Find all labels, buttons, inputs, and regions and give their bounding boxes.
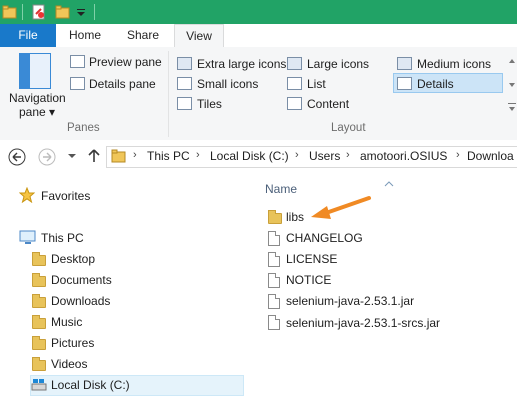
- large-icons-button[interactable]: Large icons: [307, 57, 369, 71]
- content-button[interactable]: Content: [307, 97, 349, 111]
- forward-button[interactable]: [38, 148, 56, 166]
- folder-icon: [268, 210, 282, 224]
- nav-documents[interactable]: Documents: [51, 273, 112, 287]
- breadcrumb-local-disk[interactable]: Local Disk (C:): [210, 149, 289, 163]
- tab-home[interactable]: Home: [56, 24, 114, 47]
- extra-large-icons-icon: [177, 57, 192, 70]
- downloads-folder-icon: [32, 294, 46, 308]
- file-name[interactable]: LICENSE: [286, 252, 337, 266]
- star-icon: [18, 186, 36, 204]
- nav-pictures[interactable]: Pictures: [51, 336, 94, 350]
- nav-local-disk[interactable]: Local Disk (C:): [51, 378, 130, 392]
- breadcrumb-users[interactable]: Users: [309, 149, 340, 163]
- file-name[interactable]: NOTICE: [286, 273, 331, 287]
- tiles-icon: [177, 97, 192, 110]
- medium-icons-button[interactable]: Medium icons: [417, 57, 491, 71]
- ribbon: Navigation pane ▾ Preview pane Details p…: [0, 47, 517, 141]
- panes-group-label: Panes: [67, 122, 100, 134]
- preview-pane-icon: [70, 55, 85, 68]
- extra-large-icons-button[interactable]: Extra large icons: [197, 57, 286, 71]
- small-icons-icon: [177, 77, 192, 90]
- breadcrumb-chevron-icon[interactable]: ›: [295, 149, 299, 161]
- small-icons-button[interactable]: Small icons: [197, 77, 258, 91]
- videos-folder-icon: [32, 357, 46, 371]
- file-icon: [268, 315, 280, 330]
- nav-this-pc[interactable]: This PC: [41, 231, 84, 245]
- tab-file[interactable]: File: [0, 24, 56, 47]
- list-icon: [287, 77, 302, 90]
- customize-toolbar-icon[interactable]: [74, 4, 90, 20]
- navigation-pane-button[interactable]: Navigation pane ▾: [6, 49, 66, 119]
- divider: [22, 4, 23, 20]
- large-icons-icon: [287, 57, 302, 70]
- folder-icon[interactable]: [2, 4, 18, 20]
- details-view-icon: [397, 77, 412, 90]
- nav-downloads[interactable]: Downloads: [51, 294, 110, 308]
- breadcrumb-chevron-icon[interactable]: ›: [196, 149, 200, 161]
- new-folder-icon[interactable]: [55, 4, 71, 20]
- drive-icon: [31, 378, 47, 392]
- music-folder-icon: [32, 315, 46, 329]
- breadcrumb-chevron-icon[interactable]: ›: [456, 149, 460, 161]
- title-bar: [0, 0, 517, 24]
- address-folder-icon: [111, 149, 127, 163]
- tab-share[interactable]: Share: [114, 24, 172, 47]
- column-header-name[interactable]: Name: [265, 182, 297, 196]
- breadcrumb-chevron-icon[interactable]: ›: [346, 149, 350, 161]
- recent-locations-chevron-icon[interactable]: [66, 150, 78, 162]
- navigation-pane-label-2: pane ▾: [19, 105, 56, 119]
- file-icon: [268, 252, 280, 267]
- preview-pane-button[interactable]: Preview pane: [89, 55, 162, 69]
- file-icon: [268, 273, 280, 288]
- details-pane-icon: [70, 77, 85, 90]
- file-icon: [268, 231, 280, 246]
- breadcrumb-downloads[interactable]: Downloa: [467, 149, 517, 163]
- ribbon-separator: [168, 51, 169, 137]
- nav-videos[interactable]: Videos: [51, 357, 87, 371]
- nav-desktop[interactable]: Desktop: [51, 252, 95, 266]
- file-name[interactable]: selenium-java-2.53.1.jar: [286, 294, 414, 308]
- file-icon: [268, 294, 280, 309]
- nav-music[interactable]: Music: [51, 315, 82, 329]
- breadcrumb-chevron-icon[interactable]: ›: [133, 149, 137, 161]
- details-pane-button[interactable]: Details pane: [89, 77, 156, 91]
- tiles-button[interactable]: Tiles: [197, 97, 222, 111]
- nav-favorites[interactable]: Favorites: [41, 189, 90, 203]
- medium-icons-icon: [397, 57, 412, 70]
- layout-scroll[interactable]: [507, 53, 517, 121]
- file-name[interactable]: selenium-java-2.53.1-srcs.jar: [286, 316, 440, 330]
- back-button[interactable]: [8, 148, 26, 166]
- up-button[interactable]: [86, 147, 102, 165]
- details-view-label: Details: [417, 77, 454, 91]
- navigation-pane-label: Navigation: [9, 91, 66, 105]
- annotation-arrow-icon: [305, 192, 375, 222]
- documents-folder-icon: [32, 273, 46, 287]
- file-name[interactable]: CHANGELOG: [286, 231, 363, 245]
- navigation-pane-icon: [19, 53, 51, 89]
- tab-view[interactable]: View: [174, 24, 224, 49]
- ribbon-tabs: File Home Share View: [0, 24, 517, 49]
- sort-ascending-icon: [384, 176, 394, 187]
- properties-icon[interactable]: [31, 4, 47, 20]
- content-icon: [287, 97, 302, 110]
- file-name[interactable]: libs: [286, 210, 304, 224]
- layout-group-label: Layout: [331, 122, 366, 134]
- desktop-folder-icon: [32, 252, 46, 266]
- breadcrumb-user-folder[interactable]: amotoori.OSIUS: [360, 149, 447, 163]
- pictures-folder-icon: [32, 336, 46, 350]
- list-button[interactable]: List: [307, 77, 326, 91]
- divider: [94, 4, 95, 20]
- breadcrumb-this-pc[interactable]: This PC: [147, 149, 190, 163]
- computer-icon: [19, 230, 37, 246]
